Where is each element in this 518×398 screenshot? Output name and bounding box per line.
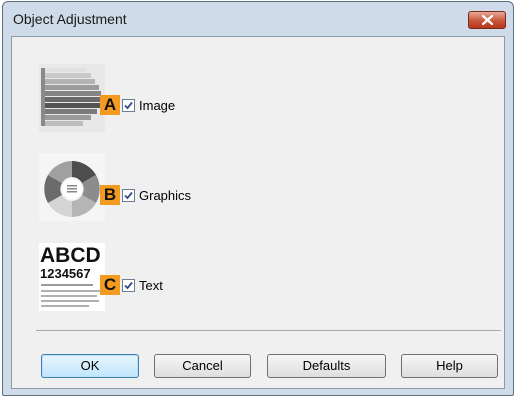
title-bar: Object Adjustment — [3, 2, 513, 36]
close-icon — [482, 15, 493, 25]
object-adjustment-dialog: Object Adjustment A Image B Graphics ABC… — [2, 1, 514, 396]
separator — [36, 330, 501, 331]
thumb-text-line2: 1234567 — [40, 266, 91, 281]
image-grayscale-bars-icon — [39, 64, 105, 132]
image-checkbox[interactable] — [122, 99, 135, 112]
option-graphics-row: B Graphics — [12, 153, 312, 221]
badge-b: B — [100, 185, 120, 205]
ok-button[interactable]: OK — [41, 354, 139, 378]
help-button[interactable]: Help — [401, 354, 498, 378]
graphics-donut-icon — [39, 153, 105, 221]
checkmark-icon — [124, 101, 133, 110]
checkmark-icon — [124, 191, 133, 200]
graphics-checkbox[interactable] — [122, 189, 135, 202]
checkmark-icon — [124, 281, 133, 290]
text-label[interactable]: Text — [139, 278, 163, 293]
badge-c: C — [100, 275, 120, 295]
image-label[interactable]: Image — [139, 98, 175, 113]
option-image-row: A Image — [12, 64, 312, 132]
text-checkbox[interactable] — [122, 279, 135, 292]
dialog-content: A Image B Graphics ABCD 1234567 C Text O… — [11, 36, 505, 389]
thumb-text-line1: ABCD — [40, 244, 101, 267]
close-button[interactable] — [468, 11, 506, 29]
graphics-label[interactable]: Graphics — [139, 188, 191, 203]
option-text-row: ABCD 1234567 C Text — [12, 243, 312, 311]
text-sample-icon: ABCD 1234567 — [39, 243, 105, 311]
dialog-title: Object Adjustment — [13, 11, 127, 27]
defaults-button[interactable]: Defaults — [267, 354, 386, 378]
badge-a: A — [100, 95, 120, 115]
cancel-button[interactable]: Cancel — [154, 354, 251, 378]
